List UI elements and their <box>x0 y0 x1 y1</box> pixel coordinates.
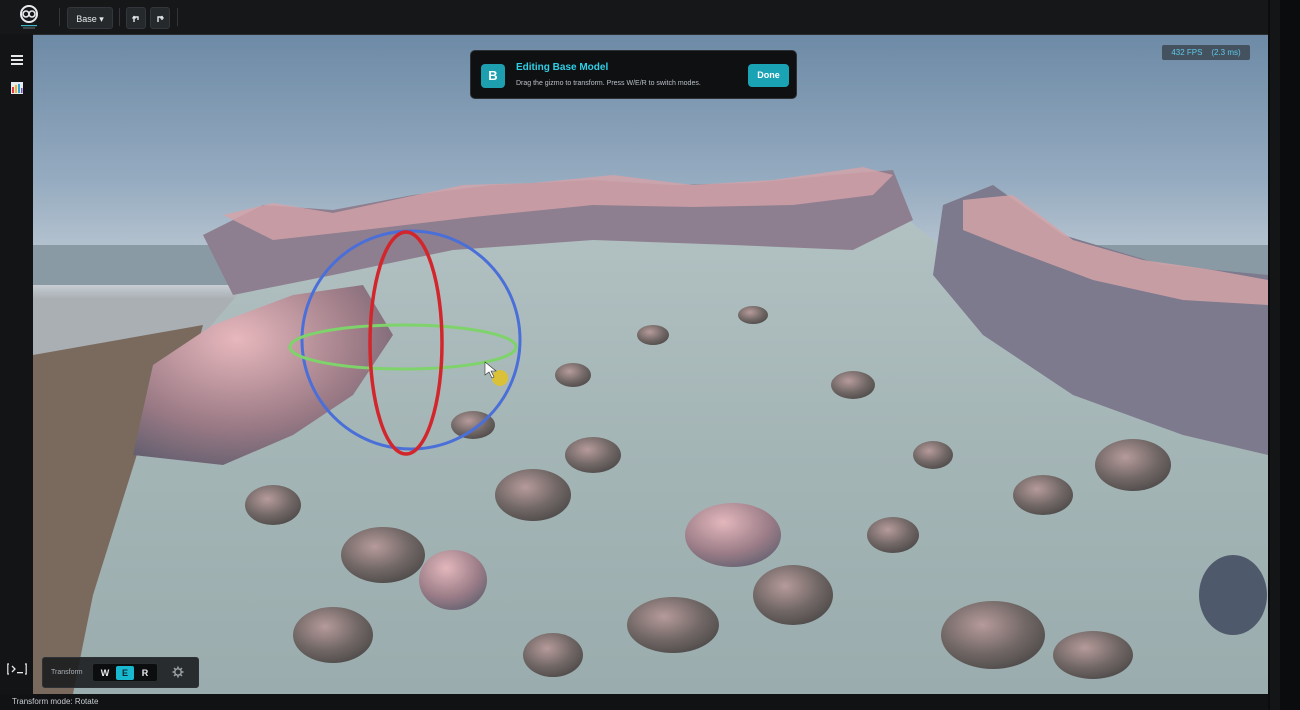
transform-mode-group: W E R <box>92 663 158 682</box>
banner-subtitle: Drag the gizmo to transform. Press W/E/R… <box>516 80 701 87</box>
left-sidebar <box>0 34 34 694</box>
3d-viewport[interactable] <box>33 35 1268 694</box>
hamburger-menu-icon[interactable] <box>9 52 25 68</box>
status-bar: Transform mode: Rotate <box>0 694 1268 710</box>
redo-button[interactable] <box>150 7 170 29</box>
redo-icon <box>157 15 164 22</box>
console-icon[interactable] <box>7 662 27 676</box>
window-edge <box>1268 0 1300 710</box>
fps-counter: 432 FPS (2.3 ms) <box>1162 45 1250 60</box>
app-logo-icon[interactable] <box>14 4 44 30</box>
terrain-render <box>33 167 1268 694</box>
transform-label: Transform <box>51 669 83 676</box>
done-button[interactable]: Done <box>748 64 789 87</box>
rotate-mode-button[interactable]: E <box>116 666 134 680</box>
toolbar-divider <box>177 8 178 26</box>
model-select-dropdown[interactable]: Base ▾ <box>67 7 113 29</box>
transform-panel: Transform W E R <box>42 657 199 688</box>
status-text: Transform mode: Rotate <box>12 697 99 706</box>
top-toolbar: Base ▾ <box>0 0 1268 35</box>
undo-icon <box>132 15 139 22</box>
colored-bars-icon[interactable] <box>9 80 25 96</box>
banner-title: Editing Base Model <box>516 62 609 73</box>
undo-button[interactable] <box>126 7 146 29</box>
editing-mode-banner: B Editing Base Model Drag the gizmo to t… <box>470 50 797 99</box>
gear-icon[interactable] <box>172 666 184 678</box>
toolbar-divider <box>59 8 60 26</box>
model-badge: B <box>481 64 505 88</box>
toolbar-divider <box>119 8 120 26</box>
translate-mode-button[interactable]: W <box>96 666 114 680</box>
scale-mode-button[interactable]: R <box>136 666 154 680</box>
